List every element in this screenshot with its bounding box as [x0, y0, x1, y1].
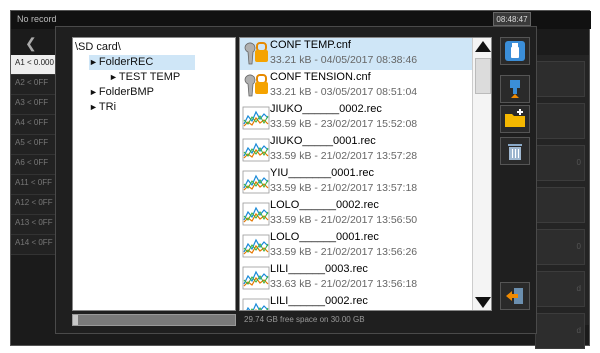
tree-item-label: FolderREC [98, 56, 154, 68]
usb-button[interactable] [500, 37, 530, 65]
exit-button[interactable] [500, 282, 530, 310]
record-file-icon [242, 296, 270, 310]
free-space-label: 29.74 GB free space on 30.00 GB [244, 315, 365, 324]
scroll-up-icon[interactable] [475, 41, 491, 52]
side-panel-block: 0 [535, 145, 585, 181]
file-meta: 33.59 kB - 21/02/2017 13:56:26 [270, 246, 418, 258]
file-list: CONF TEMP.cnf 33.21 kB - 04/05/2017 08:38… [239, 37, 492, 311]
file-meta: 33.21 kB - 04/05/2017 08:38:46 [270, 54, 418, 66]
file-row[interactable]: JIUKO______0002.rec 33.59 kB - 23/02/2017… [240, 102, 472, 134]
side-panel-block: d [535, 271, 585, 307]
tree-item-label: FolderBMP [98, 86, 154, 98]
tree-arrow-icon: ► [89, 87, 98, 97]
file-name: LILI______0002.rec [270, 295, 368, 307]
new-folder-icon [505, 109, 525, 127]
folder-tree: \SD card\ ►FolderREC ►TEST TEMP ►FolderBMP ►… [72, 37, 236, 311]
back-arrow-icon[interactable]: ❮ [25, 35, 37, 52]
tree-arrow-icon: ► [89, 57, 98, 67]
file-meta: 33.21 kB - 03/05/2017 08:51:04 [270, 86, 418, 98]
file-meta: 33.63 kB - 21/02/2017 13:56:18 [270, 278, 418, 290]
delete-button[interactable] [500, 137, 530, 165]
file-meta: 33.59 kB - 21/02/2017 13:56:50 [270, 214, 418, 226]
usb-plug-icon [510, 80, 520, 98]
file-row[interactable]: LILI______0003.rec 33.63 kB - 21/02/2017 … [240, 262, 472, 294]
file-row[interactable]: LOLO______0002.rec 33.59 kB - 21/02/2017 … [240, 198, 472, 230]
file-name: JIUKO_____0001.rec [270, 135, 376, 147]
record-status: No record [17, 14, 57, 24]
file-row[interactable]: YIU_______0001.rec 33.59 kB - 21/02/2017 … [240, 166, 472, 198]
new-folder-button[interactable] [500, 105, 530, 133]
file-row[interactable]: CONF TENSION.cnf 33.21 kB - 03/05/2017 08… [240, 70, 472, 102]
file-row[interactable]: CONF TEMP.cnf 33.21 kB - 04/05/2017 08:38… [240, 38, 472, 70]
trash-icon [508, 144, 522, 160]
tree-item[interactable]: ►FolderREC [89, 55, 195, 70]
file-meta: 33.59 kB - 21/02/2017 13:57:18 [270, 182, 418, 194]
file-name: LOLO______0002.rec [270, 199, 379, 211]
tree-item-label: TRi [98, 101, 117, 113]
file-name: YIU_______0001.rec [270, 167, 374, 179]
file-name: CONF TEMP.cnf [270, 39, 351, 51]
config-file-icon [242, 72, 270, 100]
tree-item[interactable]: ►FolderBMP [89, 85, 154, 100]
record-file-icon [242, 264, 270, 292]
record-file-icon [242, 104, 270, 132]
tree-item-label: TEST TEMP [118, 71, 181, 83]
side-panel-block [535, 103, 585, 139]
file-meta: 33.59 kB - 21/02/2017 13:57:28 [270, 150, 418, 162]
side-panel: 0 0 dd [531, 55, 589, 349]
record-file-icon [242, 168, 270, 196]
file-name: LOLO______0001.rec [270, 231, 379, 243]
side-panel-block [535, 187, 585, 223]
clock: 08:48:47 [493, 12, 531, 26]
file-row[interactable]: LILI______0002.rec [240, 294, 472, 310]
file-name: CONF TENSION.cnf [270, 71, 371, 83]
scroll-thumb[interactable] [475, 58, 491, 94]
storage-bar [72, 314, 236, 326]
record-file-icon [242, 232, 270, 260]
usb-icon [505, 41, 525, 61]
record-file-icon [242, 200, 270, 228]
side-panel-block [535, 61, 585, 97]
file-row[interactable]: JIUKO_____0001.rec 33.59 kB - 21/02/2017 … [240, 134, 472, 166]
file-row[interactable]: LOLO______0001.rec 33.59 kB - 21/02/2017 … [240, 230, 472, 262]
tree-item-label: \SD card\ [75, 41, 121, 53]
file-meta: 33.59 kB - 23/02/2017 15:52:08 [270, 118, 418, 130]
exit-icon [506, 288, 523, 304]
tree-arrow-icon: ► [89, 102, 98, 112]
tree-item[interactable]: ►TRi [89, 100, 116, 115]
file-manager-dialog: \SD card\ ►FolderREC ►TEST TEMP ►FolderBMP ►… [55, 26, 537, 334]
file-name: LILI______0003.rec [270, 263, 368, 275]
usb-transfer-button[interactable] [500, 75, 530, 103]
file-name: JIUKO______0002.rec [270, 103, 382, 115]
storage-bar-fill [73, 315, 78, 325]
config-file-icon [242, 40, 270, 68]
tree-arrow-icon: ► [109, 72, 118, 82]
record-file-icon [242, 136, 270, 164]
side-panel-block: 0 [535, 229, 585, 265]
scroll-down-icon[interactable] [475, 297, 491, 308]
tree-item[interactable]: ►TEST TEMP [109, 70, 180, 85]
tree-item[interactable]: \SD card\ [75, 40, 121, 55]
file-list-scrollbar[interactable] [472, 38, 491, 310]
side-panel-block: d [535, 313, 585, 349]
